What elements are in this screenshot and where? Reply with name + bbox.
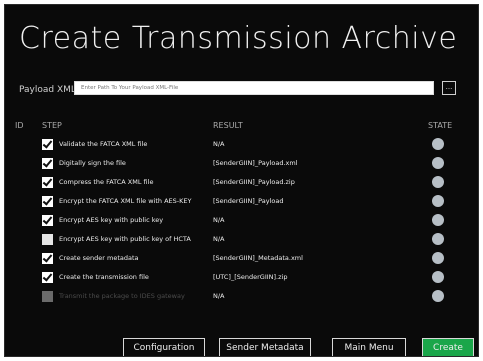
step-result: N/A: [213, 140, 225, 148]
main-menu-button[interactable]: Main Menu: [332, 338, 406, 356]
state-indicator-icon: [432, 252, 444, 264]
step-label: Encrypt AES key with public key of HCTA: [59, 235, 191, 243]
step-row: Validate the FATCA XML file N/A: [5, 137, 478, 156]
browse-button[interactable]: ...: [442, 81, 456, 95]
payload-xml-label: Payload XML: [19, 85, 76, 95]
column-header-result: RESULT: [213, 121, 243, 130]
step-checkbox[interactable]: [42, 253, 53, 264]
step-label: Encrypt AES key with public key: [59, 216, 164, 224]
step-checkbox[interactable]: [42, 234, 53, 245]
state-indicator-icon: [432, 157, 444, 169]
step-label: Create the transmission file: [59, 273, 149, 281]
step-checkbox: [42, 291, 53, 302]
step-checkbox[interactable]: [42, 177, 53, 188]
step-result: [SenderGIIN]_Payload.xml: [213, 159, 298, 167]
column-header-id: ID: [15, 121, 24, 130]
step-checkbox[interactable]: [42, 139, 53, 150]
step-row: Encrypt AES key with public key N/A: [5, 213, 478, 232]
window-title: Create Transmission Archive: [19, 21, 458, 56]
step-label: Create sender metadata: [59, 254, 139, 262]
configuration-button[interactable]: Configuration: [123, 338, 205, 356]
step-label: Compress the FATCA XML file: [59, 178, 154, 186]
step-row: Digitally sign the file [SenderGIIN]_Pay…: [5, 156, 478, 175]
step-label: Encrypt the FATCA XML file with AES-KEY: [59, 197, 192, 205]
create-transmission-archive-window: Create Transmission Archive Payload XML …: [4, 4, 479, 357]
create-button[interactable]: Create: [422, 338, 474, 356]
state-indicator-icon: [432, 233, 444, 245]
step-label: Transmit the package to IDES gateway: [59, 292, 185, 300]
state-indicator-icon: [432, 290, 444, 302]
column-header-step: STEP: [42, 121, 62, 130]
step-checkbox[interactable]: [42, 158, 53, 169]
payload-xml-input[interactable]: [74, 81, 434, 95]
step-row: Encrypt AES key with public key of HCTA …: [5, 232, 478, 251]
step-result: [UTC]_[SenderGIIN].zip: [213, 273, 288, 281]
step-result: [SenderGIIN]_Payload.zip: [213, 178, 295, 186]
step-result: N/A: [213, 216, 225, 224]
step-result: [SenderGIIN]_Payload: [213, 197, 284, 205]
step-checkbox[interactable]: [42, 272, 53, 283]
column-header-state: STATE: [428, 121, 453, 130]
step-result: N/A: [213, 292, 225, 300]
step-row: Encrypt the FATCA XML file with AES-KEY …: [5, 194, 478, 213]
step-label: Digitally sign the file: [59, 159, 126, 167]
step-row: Compress the FATCA XML file [SenderGIIN]…: [5, 175, 478, 194]
step-result: N/A: [213, 235, 225, 243]
state-indicator-icon: [432, 176, 444, 188]
state-indicator-icon: [432, 138, 444, 150]
step-result: [SenderGIIN]_Metadata.xml: [213, 254, 303, 262]
state-indicator-icon: [432, 195, 444, 207]
state-indicator-icon: [432, 271, 444, 283]
state-indicator-icon: [432, 214, 444, 226]
step-label: Validate the FATCA XML file: [59, 140, 148, 148]
step-row: Create sender metadata [SenderGIIN]_Meta…: [5, 251, 478, 270]
sender-metadata-button[interactable]: Sender Metadata: [219, 338, 311, 356]
step-checkbox[interactable]: [42, 215, 53, 226]
step-row: Create the transmission file [UTC]_[Send…: [5, 270, 478, 289]
step-row: Transmit the package to IDES gateway N/A: [5, 289, 478, 308]
step-checkbox[interactable]: [42, 196, 53, 207]
